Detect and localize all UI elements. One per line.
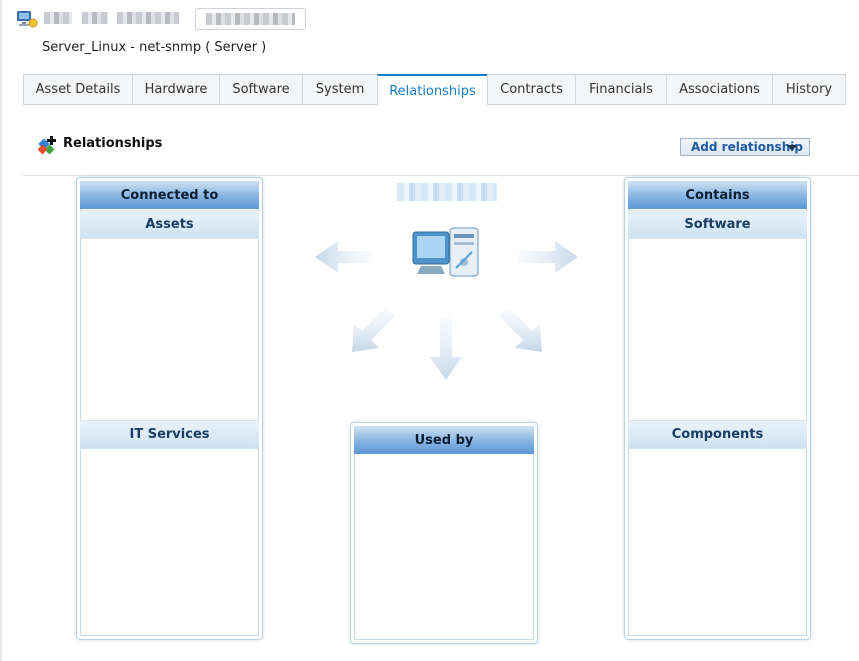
it-services-subheader: IT Services (80, 420, 259, 449)
redacted-text (82, 12, 108, 24)
tab-bar: Asset Details Hardware Software System R… (23, 74, 846, 106)
arrow-left-icon (315, 241, 372, 273)
caret-down-icon (787, 145, 797, 151)
left-edge (0, 0, 2, 661)
tab-financials[interactable]: Financials (575, 74, 666, 105)
components-subheader: Components (628, 420, 807, 449)
panel-frame (354, 426, 534, 640)
contains-panel: Contains Software Components (624, 177, 811, 640)
panel-frame (80, 181, 259, 636)
redacted-asset-name (397, 183, 497, 201)
server-asset-icon (17, 11, 38, 28)
arrow-down-icon (430, 317, 462, 380)
tab-asset-details[interactable]: Asset Details (23, 74, 132, 105)
software-subheader: Software (628, 210, 807, 239)
redacted-text (44, 12, 72, 24)
section-title: Relationships (63, 136, 163, 151)
add-relationship-button[interactable]: Add relationship (680, 138, 810, 156)
tab-history[interactable]: History (772, 74, 846, 105)
used-by-panel: Used by (350, 422, 538, 644)
panel-frame (628, 181, 807, 636)
section-divider (23, 175, 859, 176)
asset-subtitle: Server_Linux - net-snmp ( Server ) (42, 40, 267, 55)
tab-contracts[interactable]: Contracts (487, 74, 575, 105)
computer-icon (412, 227, 479, 277)
tab-software[interactable]: Software (219, 74, 302, 105)
relationship-arrows (315, 227, 578, 380)
tab-associations[interactable]: Associations (666, 74, 772, 105)
connected-to-panel: Connected to Assets IT Services (76, 177, 263, 640)
contains-header: Contains (628, 181, 807, 209)
tab-system[interactable]: System (302, 74, 377, 105)
used-by-header: Used by (354, 426, 534, 454)
arrow-down-right-icon (499, 307, 542, 352)
search-input[interactable] (195, 8, 306, 30)
tab-relationships[interactable]: Relationships (377, 74, 487, 106)
relationships-icon (38, 136, 56, 155)
assets-subheader: Assets (80, 210, 259, 239)
connected-to-header: Connected to (80, 181, 259, 209)
redacted-text (206, 13, 295, 25)
arrow-right-icon (518, 241, 578, 273)
redacted-text (117, 12, 179, 24)
tab-hardware[interactable]: Hardware (132, 74, 219, 105)
arrow-down-left-icon (352, 307, 395, 352)
